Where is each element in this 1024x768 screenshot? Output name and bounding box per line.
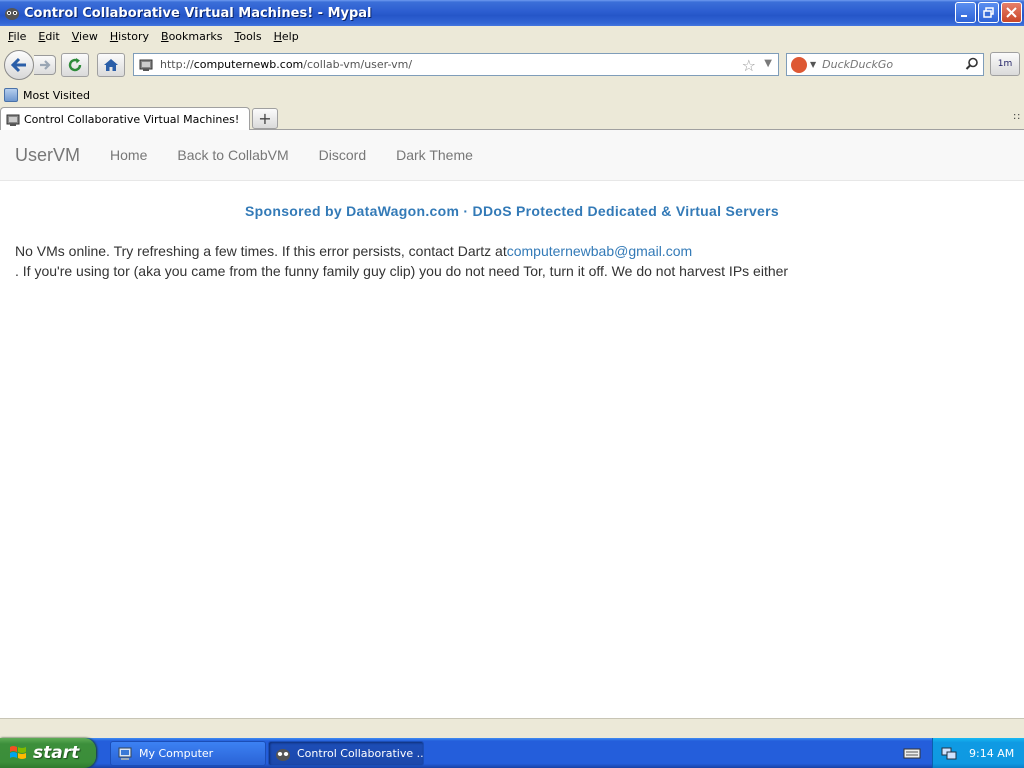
my-computer-icon bbox=[118, 747, 132, 760]
tab-list-button[interactable]: ∷ bbox=[1014, 112, 1020, 123]
site-favicon-icon bbox=[139, 59, 153, 71]
search-icon[interactable] bbox=[965, 57, 979, 71]
minimize-button[interactable] bbox=[955, 2, 976, 23]
menu-bar: File Edit View History Bookmarks Tools H… bbox=[0, 26, 1024, 46]
sponsor-link[interactable]: Sponsored by DataWagon.com · DDoS Protec… bbox=[0, 203, 1024, 219]
url-text[interactable]: http://computernewb.com/collab-vm/user-v… bbox=[160, 58, 412, 71]
menu-file[interactable]: File bbox=[2, 30, 32, 43]
window-title-bar[interactable]: Control Collaborative Virtual Machines! … bbox=[0, 0, 1024, 26]
plus-icon: + bbox=[258, 109, 272, 128]
taskbar: start My Computer Control Collaborative … bbox=[0, 738, 1024, 768]
bookmark-most-visited[interactable]: Most Visited bbox=[4, 88, 90, 102]
nav-discord[interactable]: Discord bbox=[319, 147, 366, 163]
web-page: UserVM Home Back to CollabVM Discord Dar… bbox=[0, 130, 1024, 718]
engine-dropdown-icon[interactable]: ▼ bbox=[810, 60, 816, 69]
home-button[interactable] bbox=[97, 53, 125, 77]
nav-back-to-collabvm[interactable]: Back to CollabVM bbox=[177, 147, 288, 163]
menu-bookmarks[interactable]: Bookmarks bbox=[155, 30, 228, 43]
restore-button[interactable] bbox=[978, 2, 999, 23]
menu-help[interactable]: Help bbox=[268, 30, 305, 43]
extension-button[interactable]: 1m bbox=[990, 52, 1020, 76]
tab-title: Control Collaborative Virtual Machines! bbox=[24, 113, 240, 126]
window-title: Control Collaborative Virtual Machines! … bbox=[24, 5, 372, 21]
mypal-app-icon bbox=[5, 8, 19, 20]
system-tray: 9:14 AM bbox=[932, 738, 1024, 768]
nav-dark-theme[interactable]: Dark Theme bbox=[396, 147, 473, 163]
no-vms-message: No VMs online. Try refreshing a few time… bbox=[15, 243, 789, 279]
back-arrow-icon bbox=[10, 57, 26, 73]
search-input[interactable] bbox=[822, 58, 963, 71]
address-bar[interactable]: http://computernewb.com/collab-vm/user-v… bbox=[133, 53, 779, 76]
tab-list-icon: ∷ bbox=[1013, 112, 1020, 123]
duckduckgo-icon[interactable] bbox=[791, 56, 807, 73]
menu-tools[interactable]: Tools bbox=[228, 30, 267, 43]
status-bar bbox=[0, 718, 1024, 738]
url-dropdown-icon[interactable]: ▼ bbox=[764, 58, 772, 69]
tab-favicon-icon bbox=[6, 114, 20, 126]
most-visited-icon bbox=[4, 88, 18, 102]
task-my-computer[interactable]: My Computer bbox=[110, 741, 266, 766]
tab-strip: Control Collaborative Virtual Machines! … bbox=[0, 106, 1024, 131]
minimize-icon bbox=[961, 15, 967, 17]
mypal-task-icon bbox=[276, 748, 290, 761]
start-button[interactable]: start bbox=[0, 738, 96, 768]
navigation-toolbar: http://computernewb.com/collab-vm/user-v… bbox=[0, 46, 1024, 84]
task-mypal[interactable]: Control Collaborative ... bbox=[268, 741, 424, 766]
tab-active[interactable]: Control Collaborative Virtual Machines! bbox=[0, 107, 250, 131]
menu-history[interactable]: History bbox=[104, 30, 155, 43]
forward-arrow-icon bbox=[39, 60, 51, 70]
contact-email-link[interactable]: computernewbab@gmail.com bbox=[507, 243, 692, 259]
search-bar[interactable]: ▼ bbox=[786, 53, 984, 76]
home-icon bbox=[104, 59, 118, 71]
new-tab-button[interactable]: + bbox=[252, 108, 278, 129]
bookmark-star-icon[interactable]: ☆ bbox=[742, 56, 756, 75]
restore-icon bbox=[983, 7, 994, 18]
keyboard-icon[interactable] bbox=[903, 745, 921, 761]
forward-button[interactable] bbox=[34, 55, 56, 75]
close-icon bbox=[1006, 7, 1017, 18]
clock[interactable]: 9:14 AM bbox=[969, 747, 1014, 760]
network-icon[interactable] bbox=[941, 745, 957, 761]
site-navbar: UserVM Home Back to CollabVM Discord Dar… bbox=[0, 130, 1024, 181]
bookmarks-toolbar: Most Visited bbox=[0, 84, 1024, 106]
menu-view[interactable]: View bbox=[66, 30, 104, 43]
nav-home[interactable]: Home bbox=[110, 147, 147, 163]
reload-icon bbox=[68, 58, 82, 72]
menu-edit[interactable]: Edit bbox=[32, 30, 65, 43]
reload-button[interactable] bbox=[61, 53, 89, 77]
back-button[interactable] bbox=[4, 50, 34, 80]
windows-flag-icon bbox=[10, 746, 26, 759]
site-brand[interactable]: UserVM bbox=[15, 145, 80, 166]
close-button[interactable] bbox=[1001, 2, 1022, 23]
